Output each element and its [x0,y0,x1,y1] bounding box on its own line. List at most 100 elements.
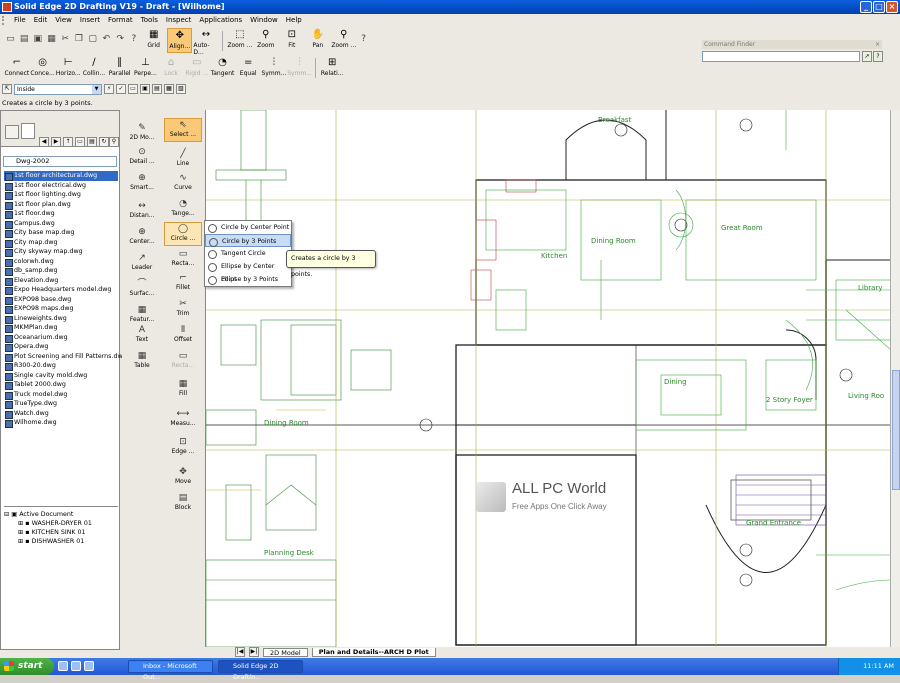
file-list-item[interactable]: Opera.dwg [4,342,118,352]
tab-library[interactable] [21,123,35,139]
file-list-item[interactable]: 1st floor.dwg [4,209,118,219]
file-list-item[interactable]: Oceanarium.dwg [4,333,118,342]
menu-window[interactable]: Window [246,16,282,24]
selection-box-icon[interactable]: ▭ [128,84,138,94]
menu-view[interactable]: View [51,16,76,24]
folder-dropdown[interactable]: Dwg-2002 [3,156,117,167]
scrollbar-thumb[interactable] [892,370,900,490]
parallel-button[interactable]: ∥ Parallel [107,56,133,78]
new-icon[interactable]: ▭ [4,32,17,46]
file-list-item[interactable]: City map.dwg [4,238,118,247]
mail-icon[interactable] [84,661,94,671]
tool-surfac-button[interactable]: ⌒ Surfac... [122,278,162,302]
menu-item-circle-by-3-points[interactable]: Circle by 3 Points [205,234,291,247]
zoom-area-button[interactable]: ⬚ Zoom ... [227,28,252,53]
file-list-item[interactable]: Watch.dwg [4,409,118,418]
undo-icon[interactable]: ↶ [100,32,113,46]
title-bar[interactable]: Solid Edge 2D Drafting V19 - Draft - [Wi… [0,0,900,14]
tool-move-button[interactable]: ✥ Move [164,466,202,490]
refresh-icon[interactable]: ↻ [99,137,109,147]
filter-icon[interactable]: ⚡ [104,84,114,94]
maximize-button[interactable]: □ [873,1,885,13]
taskbar-item-inbox[interactable]: Inbox - Microsoft Out... [128,660,213,681]
first-sheet-icon[interactable]: |◀ [235,647,245,657]
lock-button[interactable]: ⌂ Lock [158,56,184,78]
save-icon[interactable]: ▣ [31,32,44,46]
layers-icon[interactable]: ▤ [152,84,162,94]
tool-measu-button[interactable]: ⟷ Measu... [164,408,202,432]
options-icon[interactable]: ▧ [176,84,186,94]
file-list-item[interactable]: 1st floor plan.dwg [4,200,118,209]
symmetry-axis-button[interactable]: ⫶ Symm... [287,56,313,78]
file-list-item[interactable]: MKMPlan.dwg [4,323,118,333]
file-list-item[interactable]: 1st floor electrical.dwg [4,181,118,190]
tool-2d-mo-button[interactable]: ✎ 2D Mo... [122,122,162,146]
select-filter-icon[interactable]: ⇱ [2,84,12,94]
tool-offset-button[interactable]: ⫴ Offset [164,324,202,348]
file-list-item[interactable]: Wilhome.dwg [4,418,118,428]
tool-fillet-button[interactable]: ⌐ Fillet [164,272,202,296]
whats-this-icon[interactable]: ? [357,32,370,46]
relationship-handles-button[interactable]: ⊞ Relati... [319,56,345,78]
tool-curve-button[interactable]: ∿ Curve [164,172,202,196]
file-list-item[interactable]: EXPO98 maps.dwg [4,304,118,314]
tool-block-button[interactable]: ▤ Block [164,492,202,516]
connect-button[interactable]: ⌐ Connect [4,56,30,78]
up-folder-icon[interactable]: ↑ [63,137,73,147]
tangent-button[interactable]: ◔ Tangent [210,56,236,78]
tool-fill-button[interactable]: ▦ Fill [164,378,202,402]
horizontal-button[interactable]: ⊢ Horizo... [55,56,81,78]
file-list-item[interactable]: 1st floor architectural.dwg [4,171,118,181]
pan-button[interactable]: ✋ Pan [305,28,330,53]
minimize-button[interactable]: _ [860,1,872,13]
menu-item-circle-by-center-point[interactable]: Circle by Center Point [205,221,291,234]
paste-icon[interactable]: ▢ [86,32,99,46]
tree-item[interactable]: ⊞ ▪ KITCHEN SINK 01 [4,528,118,537]
fit-button[interactable]: ⊡ Fit [279,28,304,53]
tool-smart-button[interactable]: ⊕ Smart... [122,172,162,196]
cut-icon[interactable]: ✂ [59,32,72,46]
file-list-item[interactable]: Plot Screening and Fill Patterns.dwg [4,352,127,361]
menu-applications[interactable]: Applications [195,16,246,24]
tool-tange-button[interactable]: ◔ Tange... [164,198,202,222]
menu-item-ellipse-by-center-point[interactable]: Ellipse by Center Point [205,260,291,283]
file-list-item[interactable]: Single cavity mold.dwg [4,371,118,380]
file-list-item[interactable]: Tablet 2000.dwg [4,380,118,390]
tool-center-button[interactable]: ⊕ Center... [122,226,162,250]
open-icon[interactable]: ▤ [18,32,31,46]
file-list-item[interactable]: R300-20.dwg [4,361,118,371]
concentric-button[interactable]: ◎ Conce... [30,56,56,78]
forward-icon[interactable]: ▶ [51,137,61,147]
command-finder-input[interactable] [702,51,860,62]
auto-dimension-button[interactable]: ↔ Auto-D... [193,28,218,56]
collinear-button[interactable]: ∕ Collin... [81,56,107,78]
menu-item-ellipse-by-3-points[interactable]: Ellipse by 3 Points [205,273,291,286]
menu-inspect[interactable]: Inspect [162,16,196,24]
close-button[interactable]: × [886,1,898,13]
taskbar-item-solid-edge[interactable]: Solid Edge 2D Draftin... [218,660,303,681]
file-list-item[interactable]: 1st floor lighting.dwg [4,190,118,200]
tool-table-button[interactable]: ▦ Table [122,350,162,374]
tool-detail-button[interactable]: ⊙ Detail ... [122,146,162,170]
tool-recta-button[interactable]: ▭ Recta... [164,350,202,374]
tab-plan-and-details[interactable]: Plan and Details--ARCH D Plot [311,647,436,657]
tree-root[interactable]: ⊟ ▣ Active Document [4,510,118,519]
select-mode-dropdown[interactable]: Inside ▼ [14,83,102,95]
file-list-item[interactable]: TrueType.dwg [4,399,118,409]
align-button[interactable]: ✥ Align... [167,28,193,53]
file-list-item[interactable]: colorwh.dwg [4,257,118,266]
symmetric-button[interactable]: ⫶ Symm... [261,56,287,78]
file-list-item[interactable]: Campus.dwg [4,219,118,228]
tool-leader-button[interactable]: ↗ Leader [122,252,162,276]
menu-insert[interactable]: Insert [76,16,104,24]
grid-button[interactable]: ▦ Grid [141,28,166,53]
file-list-item[interactable]: City skyway map.dwg [4,247,118,257]
tool-distan-button[interactable]: ↔ Distan... [122,200,162,224]
tool-line-button[interactable]: ╱ Line [164,148,202,172]
desktop-icon[interactable] [58,661,68,671]
tab-2d-model[interactable]: 2D Model [263,647,308,657]
select-icon[interactable]: ▣ [140,84,150,94]
tool-text-button[interactable]: A Text [122,324,162,348]
tool-circle-button[interactable]: ◯ Circle ... [164,222,202,246]
tab-feature-pathfinder[interactable] [5,125,19,139]
